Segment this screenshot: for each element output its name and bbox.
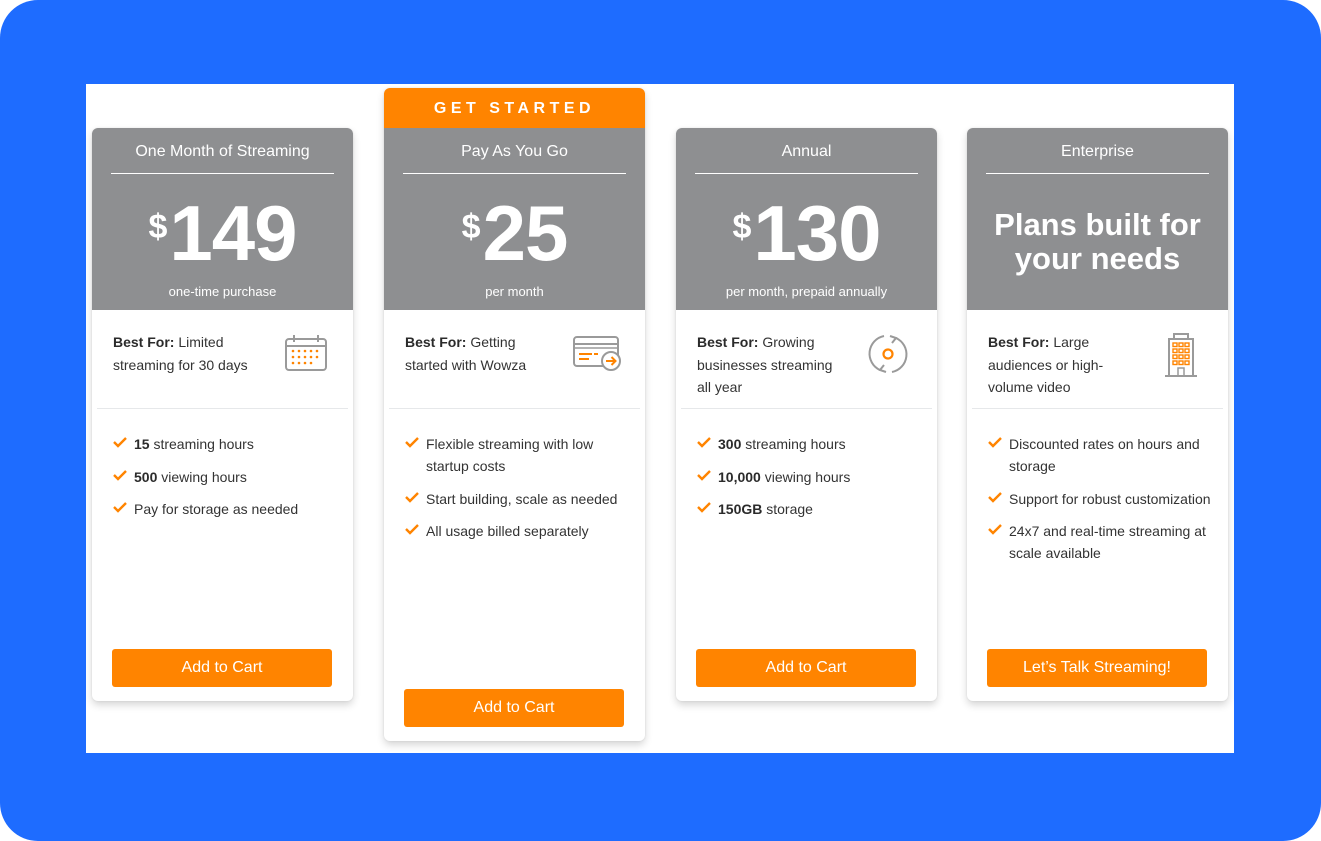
best-for-text: Best For: Limited streaming for 30 days bbox=[113, 331, 263, 376]
feature-text: Start building, scale as needed bbox=[426, 490, 618, 507]
checkmark-icon bbox=[988, 437, 1002, 448]
best-for-text: Best For: Growing businesses streaming a… bbox=[697, 331, 847, 399]
pricing-section: One Month of Streaming $149 one-time pur… bbox=[86, 84, 1234, 753]
feature-text: streaming hours bbox=[741, 436, 846, 452]
price-amount: 130 bbox=[753, 189, 881, 277]
feature-text: streaming hours bbox=[149, 436, 254, 452]
add-to-cart-button[interactable]: Add to Cart bbox=[696, 649, 916, 687]
best-for-section: Best For: Large audiences or high-volume… bbox=[972, 310, 1223, 409]
plan-price: $130 bbox=[676, 194, 937, 272]
enterprise-tagline: Plans built for your needs bbox=[994, 207, 1201, 276]
checkmark-icon bbox=[405, 491, 419, 503]
plan-name: Enterprise bbox=[1061, 143, 1134, 160]
header-divider bbox=[403, 173, 626, 174]
plan-header: Annual $130 per month, prepaid annually bbox=[676, 128, 937, 310]
feature-text: All usage billed separately bbox=[426, 523, 589, 539]
best-for-section: Best For: Limited streaming for 30 days bbox=[97, 310, 348, 409]
feature-text: Support for robust customization bbox=[1009, 490, 1211, 507]
feature-item: 24x7 and real-time streaming at scale av… bbox=[988, 520, 1212, 564]
price-note: per month, prepaid annually bbox=[725, 284, 888, 299]
plan-name: One Month of Streaming bbox=[135, 143, 310, 160]
feature-list: 15 streaming hours 500 viewing hours Pay… bbox=[92, 409, 353, 520]
feature-item: 15 streaming hours bbox=[113, 433, 337, 455]
feature-item: 300 streaming hours bbox=[697, 433, 921, 455]
feature-highlight: 15 bbox=[134, 436, 150, 452]
checkmark-icon bbox=[405, 437, 419, 448]
feature-item: All usage billed separately bbox=[405, 520, 629, 542]
billing-card-arrow-icon bbox=[572, 334, 622, 377]
feature-text: 24x7 and real-time streaming at scale av… bbox=[1009, 523, 1206, 561]
feature-item: 10,000 viewing hours bbox=[697, 466, 921, 488]
feature-text: viewing hours bbox=[760, 468, 851, 485]
plan-name: Pay As You Go bbox=[461, 143, 568, 160]
price-note: per month bbox=[485, 284, 544, 299]
plan-name: Annual bbox=[781, 143, 832, 160]
price-amount: 25 bbox=[482, 189, 569, 277]
checkmark-icon bbox=[113, 437, 127, 448]
get-started-ribbon: GET STARTED bbox=[384, 88, 645, 128]
plan-price: $149 bbox=[92, 194, 353, 272]
plan-card-enterprise: Enterprise Plans built for your needs Be… bbox=[967, 128, 1228, 701]
feature-item: 500 viewing hours bbox=[113, 466, 337, 488]
feature-list: 300 streaming hours 10,000 viewing hours… bbox=[676, 409, 937, 520]
feature-text: Discounted rates on hours and storage bbox=[1009, 436, 1200, 474]
checkmark-icon bbox=[988, 491, 1002, 503]
feature-text: viewing hours bbox=[157, 468, 247, 485]
checkmark-icon bbox=[697, 469, 711, 481]
currency-symbol: $ bbox=[148, 208, 168, 246]
best-for-label: Best For: bbox=[113, 334, 175, 350]
plan-header: One Month of Streaming $149 one-time pur… bbox=[92, 128, 353, 310]
header-divider bbox=[111, 173, 334, 174]
feature-highlight: 500 bbox=[134, 468, 158, 485]
checkmark-icon bbox=[697, 502, 711, 513]
checkmark-icon bbox=[988, 524, 1002, 535]
plan-card-one-month: One Month of Streaming $149 one-time pur… bbox=[92, 128, 353, 701]
feature-item: 150GB storage bbox=[697, 498, 921, 520]
best-for-text: Best For: Large audiences or high-volume… bbox=[988, 331, 1123, 399]
header-divider bbox=[695, 173, 918, 174]
checkmark-icon bbox=[405, 524, 419, 535]
feature-item: Flexible streaming with low startup cost… bbox=[405, 433, 629, 477]
checkmark-icon bbox=[113, 469, 127, 481]
plan-card-pay-as-you-go: GET STARTED Pay As You Go $25 per month … bbox=[384, 88, 645, 741]
checkmark-icon bbox=[697, 437, 711, 448]
lets-talk-streaming-button[interactable]: Let’s Talk Streaming! bbox=[987, 649, 1207, 687]
best-for-section: Best For: Getting started with Wowza bbox=[389, 310, 640, 409]
feature-item: Discounted rates on hours and storage bbox=[988, 433, 1212, 477]
plan-header: Enterprise Plans built for your needs bbox=[967, 128, 1228, 310]
checkmark-icon bbox=[113, 502, 127, 513]
feature-highlight: 300 bbox=[718, 436, 742, 452]
feature-item: Pay for storage as needed bbox=[113, 498, 337, 520]
plan-header: Pay As You Go $25 per month bbox=[384, 128, 645, 310]
feature-text: Pay for storage as needed bbox=[134, 501, 299, 517]
feature-highlight: 150GB bbox=[718, 501, 763, 517]
best-for-text: Best For: Getting started with Wowza bbox=[405, 331, 555, 376]
office-building-icon bbox=[1165, 332, 1197, 383]
feature-highlight: 10,000 bbox=[718, 468, 761, 485]
feature-list: Discounted rates on hours and storage Su… bbox=[967, 409, 1228, 564]
header-divider bbox=[986, 173, 1209, 174]
feature-list: Flexible streaming with low startup cost… bbox=[384, 409, 645, 542]
renew-cycle-icon bbox=[866, 332, 910, 381]
best-for-section: Best For: Growing businesses streaming a… bbox=[681, 310, 932, 409]
add-to-cart-button[interactable]: Add to Cart bbox=[404, 689, 624, 727]
price-amount: 149 bbox=[169, 189, 297, 277]
add-to-cart-button[interactable]: Add to Cart bbox=[112, 649, 332, 687]
best-for-label: Best For: bbox=[988, 334, 1050, 350]
feature-item: Support for robust customization bbox=[988, 488, 1212, 510]
feature-text: storage bbox=[762, 501, 813, 517]
feature-text: Flexible streaming with low startup cost… bbox=[426, 436, 594, 474]
best-for-label: Best For: bbox=[405, 334, 467, 350]
currency-symbol: $ bbox=[732, 208, 752, 246]
plan-card-annual: Annual $130 per month, prepaid annually … bbox=[676, 128, 937, 701]
calendar-icon bbox=[284, 334, 328, 377]
plan-price: $25 bbox=[384, 194, 645, 272]
feature-item: Start building, scale as needed bbox=[405, 488, 629, 510]
best-for-label: Best For: bbox=[697, 334, 759, 350]
currency-symbol: $ bbox=[461, 208, 481, 246]
price-note: one-time purchase bbox=[168, 284, 277, 299]
